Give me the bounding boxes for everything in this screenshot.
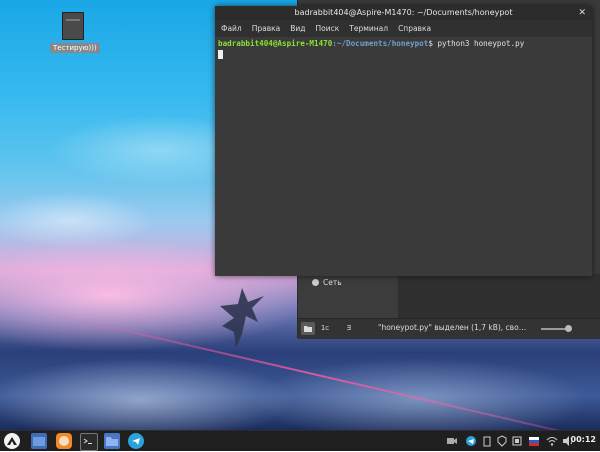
telegram-button[interactable] [128,433,144,449]
command-line: badrabbit404@Aspire-M1470:~/Documents/ho… [218,39,524,48]
tree-view-button[interactable]: Ǝ [342,322,356,335]
zoom-slider-handle[interactable] [565,325,572,332]
close-icon[interactable]: ✕ [578,6,586,20]
folder-icon [304,326,312,332]
taskbar: 00:12 [0,430,600,451]
menu-edit[interactable]: Правка [252,24,281,33]
telegram-tray-icon[interactable] [465,434,477,448]
firefox-button[interactable] [56,433,72,449]
show-desktop-button[interactable] [31,433,47,449]
sidebar-item-network[interactable]: Сеть [312,278,342,287]
firefox-icon [59,436,69,446]
folder-icon [106,437,118,446]
menu-terminal[interactable]: Терминал [349,24,388,33]
camera-icon[interactable] [446,434,458,448]
text-cursor [218,50,223,59]
status-text: "honeypot.py" выделен (1,7 kB), сво… [378,323,527,332]
clipboard-icon[interactable] [482,434,492,448]
clock[interactable]: 00:12 [571,435,596,444]
file-manager-statusbar: 1c Ǝ "honeypot.py" выделен (1,7 kB), сво… [298,318,600,339]
wallpaper-dragon [220,288,264,348]
update-shield-icon[interactable] [497,434,507,448]
globe-icon [312,279,319,286]
terminal-icon [83,438,92,444]
folder-icon [33,437,45,446]
file-icon [62,12,84,40]
terminal-taskbar-button[interactable] [80,433,98,451]
app-menu-button[interactable] [4,433,20,449]
terminal-window[interactable]: badrabbit404@Aspire-M1470: ~/Documents/h… [215,6,592,276]
places-button[interactable]: 1c [318,322,332,335]
sidebar-toggle-button[interactable] [301,322,315,335]
menu-view[interactable]: Вид [290,24,305,33]
command-text: python3 honeypot.py [432,39,525,48]
menu-search[interactable]: Поиск [316,24,340,33]
sidebar-item-label: Сеть [323,278,342,287]
terminal-menubar: Файл Правка Вид Поиск Терминал Справка [215,20,592,37]
keyboard-layout-flag-icon[interactable] [528,434,540,448]
file-manager-taskbar-button[interactable] [104,433,120,449]
wifi-icon[interactable] [546,434,558,448]
terminal-titlebar[interactable]: badrabbit404@Aspire-M1470: ~/Documents/h… [215,6,592,20]
telegram-icon [132,438,140,445]
window-title: badrabbit404@Aspire-M1470: ~/Documents/h… [294,8,513,17]
mountain-logo-icon [7,437,17,445]
file-manager-content[interactable] [398,274,600,318]
file-manager-sidebar: Сеть [298,274,398,318]
menu-help[interactable]: Справка [398,24,431,33]
prompt-path: :~/Documents/honeypot [332,39,429,48]
device-icon[interactable] [512,434,522,448]
terminal-output[interactable]: badrabbit404@Aspire-M1470:~/Documents/ho… [215,37,592,276]
desktop-icon-label: Тестирую))) [50,43,100,53]
prompt-user: badrabbit404@Aspire-M1470 [218,39,333,48]
desktop-file-icon[interactable]: Тестирую))) [50,12,100,53]
menu-file[interactable]: Файл [221,24,242,33]
